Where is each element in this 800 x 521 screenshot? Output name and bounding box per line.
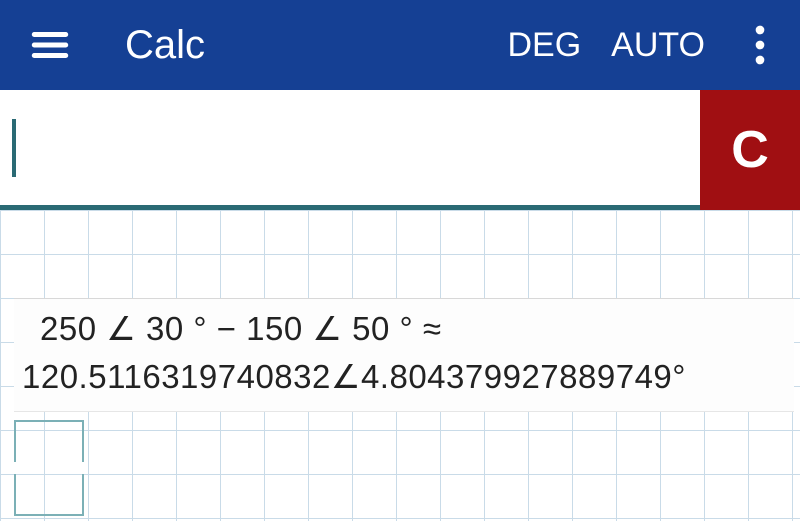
cursor-bracket-top <box>14 420 84 462</box>
more-vert-icon[interactable] <box>735 15 785 75</box>
menu-icon[interactable] <box>20 15 80 75</box>
history-result: 120.5116319740832∠4.804379927889749° <box>22 353 786 401</box>
angle-mode-toggle[interactable]: DEG <box>507 26 581 65</box>
cursor-bracket-bottom <box>14 474 84 516</box>
result-area: 250 ∠ 30 ° − 150 ∠ 50 ° ≈ 120.5116319740… <box>0 210 800 521</box>
app-bar: Calc DEG AUTO <box>0 0 800 90</box>
input-row: C <box>0 90 800 210</box>
text-caret <box>12 119 16 177</box>
app-title: Calc <box>125 23 507 68</box>
expression-input[interactable] <box>0 90 700 210</box>
history-expression: 250 ∠ 30 ° − 150 ∠ 50 ° ≈ <box>22 305 786 353</box>
clear-button[interactable]: C <box>700 90 800 210</box>
history-entry[interactable]: 250 ∠ 30 ° − 150 ∠ 50 ° ≈ 120.5116319740… <box>14 298 794 412</box>
format-mode-toggle[interactable]: AUTO <box>611 26 705 65</box>
